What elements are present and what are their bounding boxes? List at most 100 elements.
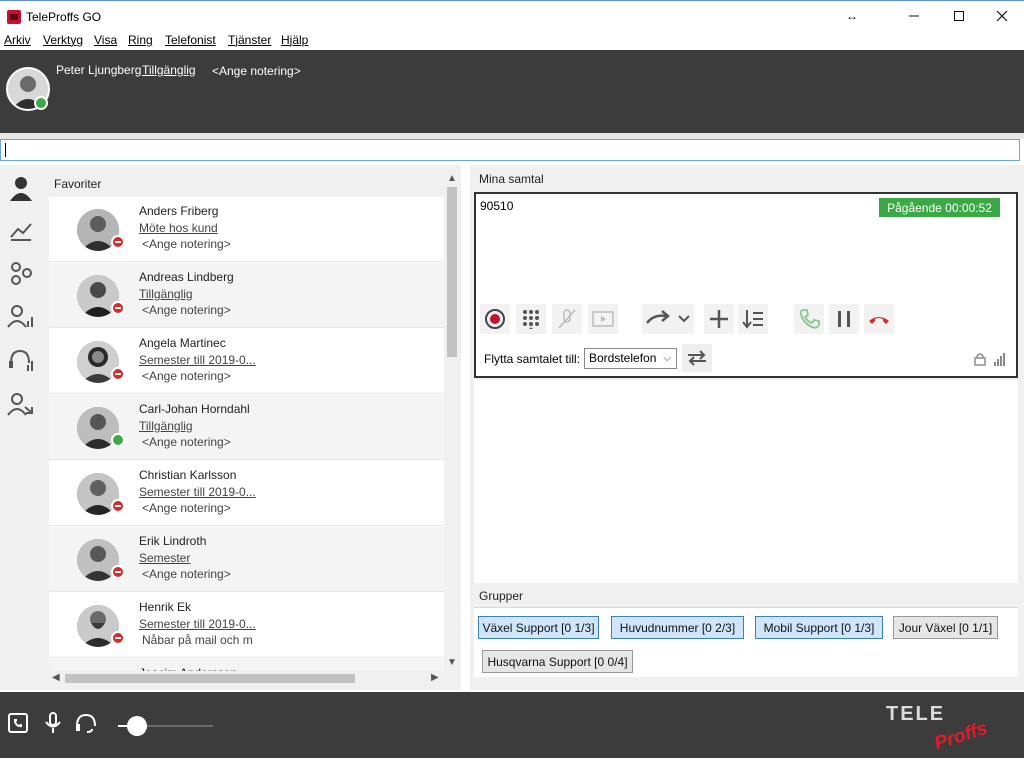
headset-signal-icon[interactable] bbox=[6, 345, 36, 375]
move-call-button[interactable] bbox=[682, 344, 712, 372]
contact-status[interactable]: Semester till 2019-0... bbox=[139, 353, 256, 367]
chevron-down-icon: ⌵ bbox=[663, 353, 671, 364]
microphone-icon[interactable] bbox=[40, 710, 66, 736]
contact-note[interactable]: <Ange notering> bbox=[142, 501, 231, 515]
favorites-vertical-scrollbar[interactable]: ▲ ▼ bbox=[444, 172, 459, 672]
volume-slider-knob[interactable] bbox=[127, 716, 147, 736]
left-nav-rail bbox=[0, 165, 45, 690]
favorites-list: Anders Friberg Möte hos kund <Ange noter… bbox=[49, 197, 444, 675]
contact-row-andreas-lindberg[interactable]: Andreas Lindberg Tillgänglig <Ange noter… bbox=[49, 263, 444, 328]
phone-answer-icon bbox=[799, 309, 820, 329]
queue-list-button[interactable] bbox=[738, 304, 768, 334]
search-input[interactable] bbox=[1, 140, 1019, 160]
contact-note[interactable]: <Ange notering> bbox=[142, 303, 231, 317]
brand-line-1: TELE bbox=[886, 703, 945, 725]
call-status-badge: Pågående 00:00:52 bbox=[879, 198, 1000, 217]
bottom-bar: TELE Proffs bbox=[0, 692, 1024, 758]
group-transfer-icon[interactable] bbox=[6, 389, 36, 419]
contact-note[interactable]: <Ange notering> bbox=[142, 567, 231, 581]
phone-screen-icon[interactable] bbox=[5, 710, 31, 736]
contact-name: Erik Lindroth bbox=[139, 534, 207, 548]
hold-button[interactable] bbox=[829, 304, 859, 334]
person-icon[interactable] bbox=[6, 173, 36, 203]
record-button[interactable] bbox=[480, 304, 510, 334]
contact-status[interactable]: Tillgänglig bbox=[139, 419, 193, 433]
contact-row-angela-martinec[interactable]: Angela Martinec Semester till 2019-0... … bbox=[49, 329, 444, 394]
contact-status[interactable]: Semester till 2019-0... bbox=[139, 617, 256, 631]
swap-arrows-icon bbox=[688, 350, 706, 366]
pause-icon bbox=[838, 311, 850, 327]
contact-row-anders-friberg[interactable]: Anders Friberg Möte hos kund <Ange noter… bbox=[49, 197, 444, 262]
hang-up-button[interactable] bbox=[864, 304, 894, 334]
text-caret bbox=[5, 143, 6, 157]
groups-header: Grupper bbox=[479, 589, 524, 603]
scroll-thumb[interactable] bbox=[65, 674, 355, 683]
move-call-select[interactable]: Bordstelefon ⌵ bbox=[584, 348, 677, 369]
menu-bar: Arkiv Verktyg Visa Ring Telefonist Tjäns… bbox=[0, 31, 1024, 50]
busy-presence-icon bbox=[111, 235, 125, 249]
busy-presence-icon bbox=[111, 565, 125, 579]
contact-status[interactable]: Semester bbox=[139, 551, 190, 565]
available-presence-icon bbox=[111, 433, 125, 447]
user-name: Peter Ljungberg bbox=[56, 63, 142, 77]
plus-icon bbox=[710, 310, 728, 328]
group-signal-icon[interactable] bbox=[6, 301, 36, 331]
user-header: Peter Ljungberg Tillgänglig <Ange noteri… bbox=[0, 50, 1024, 133]
group-button-mobil-support[interactable]: Mobil Support [0 1/3] bbox=[755, 616, 883, 639]
contact-note[interactable]: Nåbar på mail och m bbox=[142, 633, 252, 647]
my-calls-panel: Mina samtal 90510 Pågående 00:00:52 Flyt… bbox=[470, 165, 1024, 585]
transfer-button[interactable] bbox=[642, 304, 674, 334]
answer-button[interactable] bbox=[794, 304, 824, 334]
contact-status[interactable]: Möte hos kund bbox=[139, 221, 218, 235]
transfer-arrow-icon bbox=[646, 310, 670, 324]
contact-row-erik-lindroth[interactable]: Erik Lindroth Semester <Ange notering> bbox=[49, 527, 444, 592]
favorites-horizontal-scrollbar[interactable]: ◀ ▶ bbox=[50, 671, 443, 686]
minimize-button[interactable] bbox=[892, 3, 936, 29]
dialpad-button[interactable] bbox=[516, 304, 546, 334]
menu-arkiv[interactable]: Arkiv bbox=[4, 33, 31, 47]
scroll-down-icon[interactable]: ▼ bbox=[447, 657, 457, 668]
add-call-button[interactable] bbox=[704, 304, 734, 334]
resize-indicator-icon: ↔ bbox=[846, 9, 858, 23]
contact-row-henrik-ek[interactable]: Henrik Ek Semester till 2019-0... Nåbar … bbox=[49, 593, 444, 658]
search-box bbox=[0, 139, 1020, 161]
menu-hjalp[interactable]: Hjälp bbox=[281, 33, 308, 47]
transfer-options-button[interactable] bbox=[674, 304, 694, 334]
contact-row-christian-karlsson[interactable]: Christian Karlsson Semester till 2019-0.… bbox=[49, 461, 444, 526]
menu-visa[interactable]: Visa bbox=[94, 33, 117, 47]
user-presence-icon bbox=[34, 96, 48, 110]
contact-note[interactable]: <Ange notering> bbox=[142, 237, 231, 251]
menu-tjanster[interactable]: Tjänster bbox=[228, 33, 271, 47]
group-button-huvudnummer[interactable]: Huvudnummer [0 2/3] bbox=[611, 616, 744, 639]
contact-note[interactable]: <Ange notering> bbox=[142, 369, 231, 383]
scroll-up-icon[interactable]: ▲ bbox=[447, 173, 457, 184]
close-button[interactable] bbox=[980, 3, 1024, 29]
menu-verktyg[interactable]: Verktyg bbox=[43, 33, 83, 47]
contact-status[interactable]: Tillgänglig bbox=[139, 287, 193, 301]
network-icon[interactable] bbox=[6, 258, 36, 288]
group-button-vaxel-support[interactable]: Växel Support [0 1/3] bbox=[478, 616, 599, 639]
handshake-icon[interactable] bbox=[6, 215, 36, 245]
contact-row-carl-johan-horndahl[interactable]: Carl-Johan Horndahl Tillgänglig <Ange no… bbox=[49, 395, 444, 460]
contact-note[interactable]: <Ange notering> bbox=[142, 435, 231, 449]
move-call-label: Flytta samtalet till: bbox=[484, 352, 581, 366]
scroll-right-icon[interactable]: ▶ bbox=[431, 672, 439, 683]
title-bar: TeleProffs GO ↔ bbox=[0, 0, 1024, 31]
contact-name: Carl-Johan Horndahl bbox=[139, 402, 250, 416]
scroll-left-icon[interactable]: ◀ bbox=[52, 672, 60, 683]
user-status-link[interactable]: Tillgänglig bbox=[142, 63, 196, 77]
menu-telefonist[interactable]: Telefonist bbox=[165, 33, 216, 47]
headset-icon[interactable] bbox=[73, 710, 99, 736]
call-number: 90510 bbox=[480, 199, 514, 213]
video-button[interactable] bbox=[588, 304, 618, 334]
user-note[interactable]: <Ange notering> bbox=[212, 64, 301, 78]
scroll-thumb[interactable] bbox=[447, 187, 457, 357]
contact-status[interactable]: Semester till 2019-0... bbox=[139, 485, 256, 499]
list-transfer-icon bbox=[742, 310, 763, 329]
maximize-button[interactable] bbox=[937, 3, 981, 29]
menu-ring[interactable]: Ring bbox=[128, 33, 153, 47]
mute-button[interactable] bbox=[552, 304, 582, 334]
group-button-jour-vaxel[interactable]: Jour Växel [0 1/1] bbox=[893, 616, 998, 639]
close-icon bbox=[996, 10, 1008, 22]
group-button-husqvarna-support[interactable]: Husqvarna Support [0 0/4] bbox=[482, 650, 633, 673]
